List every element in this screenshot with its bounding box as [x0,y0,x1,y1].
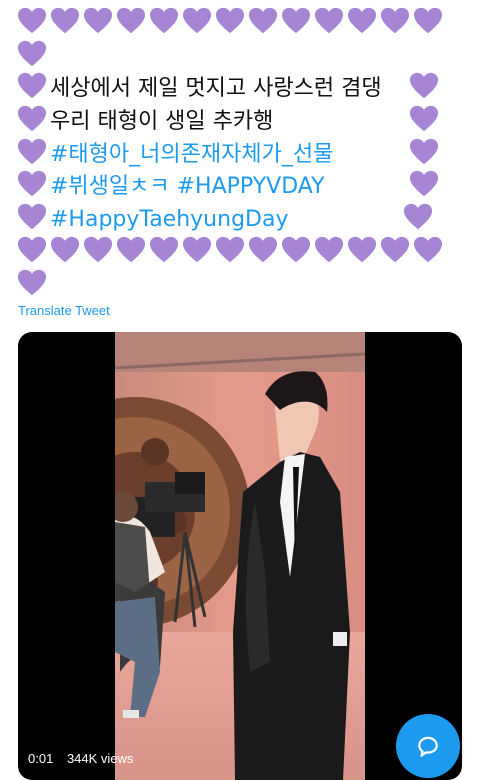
purple-heart-icon [50,6,80,36]
purple-heart-icon [281,6,311,36]
hashtag-link[interactable]: #뷔생일ㅊㅋ #HAPPYVDAY [50,174,325,199]
hashtag-link[interactable]: #태형아_너의존재자체가_선물 [50,142,333,167]
purple-heart-icon [182,6,212,36]
purple-heart-icon [17,235,47,265]
purple-heart-icon [347,6,377,36]
purple-heart-icon [116,6,146,36]
purple-heart-icon [182,235,212,265]
purple-heart-icon [17,169,47,199]
purple-heart-icon [149,235,179,265]
purple-heart-icon [314,6,344,36]
video-player[interactable]: 0:01 344K views [18,332,462,780]
video-time: 0:01 [28,751,54,766]
purple-heart-icon [17,39,47,69]
purple-heart-icon [17,6,47,36]
purple-heart-icon [17,104,47,134]
purple-heart-icon [116,235,146,265]
tweet-line: 우리 태형이 생일 추카행 [17,104,457,137]
purple-heart-icon [83,235,113,265]
purple-heart-icon [409,104,439,134]
purple-heart-icon [380,6,410,36]
heart-row [17,268,457,301]
heart-row [17,6,457,39]
reply-bubble-icon [418,736,438,757]
purple-heart-icon [403,202,433,232]
video-frame [115,332,365,780]
purple-heart-icon [380,235,410,265]
purple-heart-icon [409,169,439,199]
heart-row [17,39,457,72]
purple-heart-icon [215,6,245,36]
purple-heart-icon [347,235,377,265]
tweet-text: 세상에서 제일 멋지고 사랑스런 겸댕 우리 태형이 생일 추카행 #태형아_너… [17,6,457,300]
tweet-line: 세상에서 제일 멋지고 사랑스런 겸댕 [17,71,457,104]
purple-heart-icon [149,6,179,36]
heart-row [17,235,457,268]
translate-tweet-link[interactable]: Translate Tweet [18,303,110,318]
purple-heart-icon [215,235,245,265]
video-views: 344K views [66,751,134,766]
purple-heart-icon [409,71,439,101]
purple-heart-icon [17,202,47,232]
video-meta: 0:01 344K views [28,751,143,766]
purple-heart-icon [413,6,443,36]
tweet-line: #HappyTaehyungDay [17,202,457,235]
purple-heart-icon [281,235,311,265]
tweet-line-text: 우리 태형이 생일 추카행 [50,109,274,135]
purple-heart-icon [314,235,344,265]
tweet-line: #태형아_너의존재자체가_선물 [17,137,457,170]
purple-heart-icon [50,235,80,265]
purple-heart-icon [17,71,47,101]
compose-reply-button[interactable] [396,714,460,778]
purple-heart-icon [17,137,47,167]
purple-heart-icon [17,268,47,298]
hashtag-link[interactable]: #HappyTaehyungDay [50,207,288,232]
purple-heart-icon [413,235,443,265]
purple-heart-icon [83,6,113,36]
tweet-line-text: 세상에서 제일 멋지고 사랑스런 겸댕 [50,76,382,102]
purple-heart-icon [248,6,278,36]
purple-heart-icon [248,235,278,265]
purple-heart-icon [409,137,439,167]
tweet-line: #뷔생일ㅊㅋ #HAPPYVDAY [17,169,457,202]
